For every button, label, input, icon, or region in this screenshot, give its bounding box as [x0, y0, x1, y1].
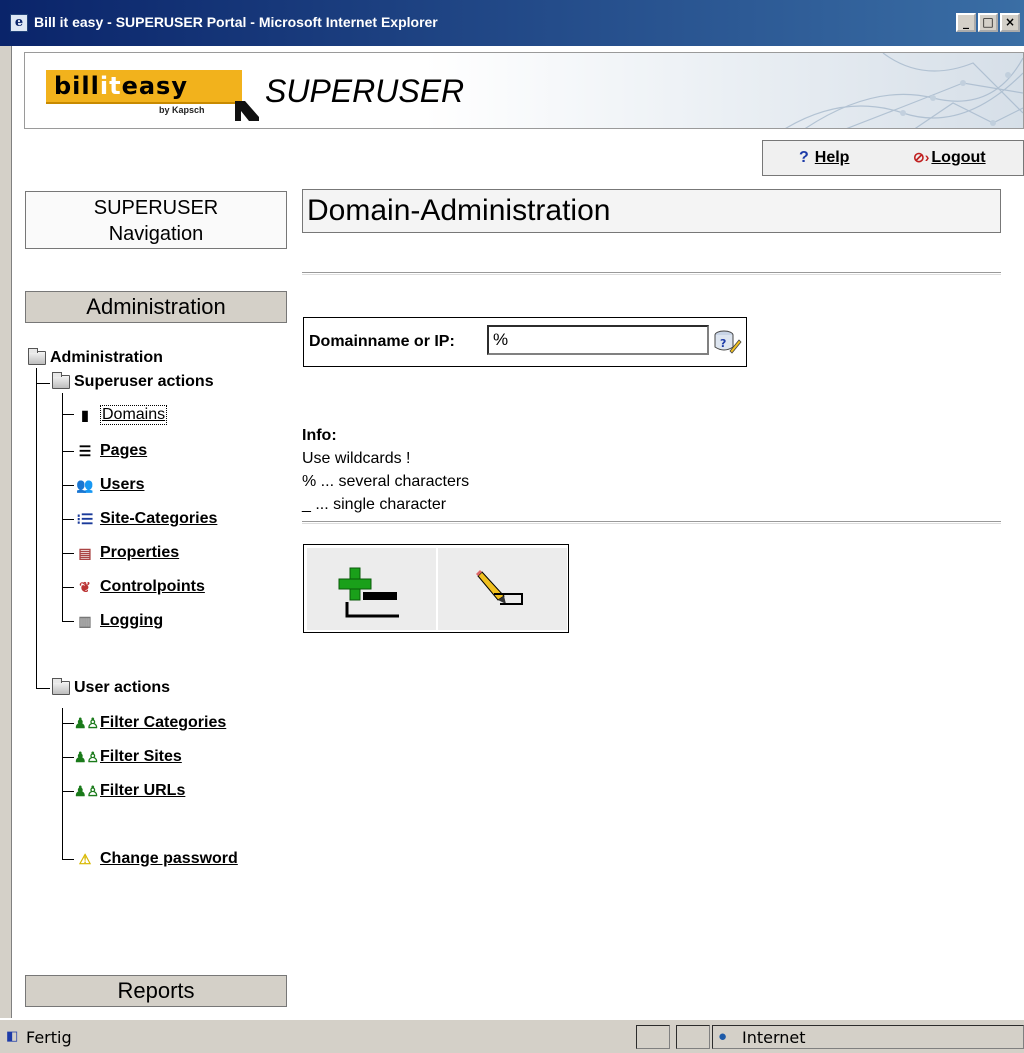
search-submit-icon[interactable]: ? [712, 327, 742, 355]
window-frame-left [0, 46, 12, 1018]
status-text: Fertig [26, 1028, 72, 1047]
status-panel [636, 1025, 670, 1049]
search-form: Domainname or IP: ? [303, 317, 747, 367]
tree-root-administration[interactable]: Administration [28, 348, 163, 367]
logout-link[interactable]: ⊘› Logout [913, 149, 986, 167]
add-remove-button[interactable] [307, 548, 436, 630]
search-label: Domainname or IP: [309, 333, 455, 350]
nav-item-change-password[interactable]: ⚠ Change password [74, 850, 238, 868]
tree-connector [62, 791, 74, 792]
help-icon: ? [799, 149, 809, 166]
ie-logo-icon: e [10, 14, 28, 32]
tree-connector [62, 451, 74, 452]
logging-icon: ▥ [78, 613, 92, 629]
tree-group-user-actions[interactable]: User actions [52, 678, 170, 697]
tree-connector [62, 587, 74, 588]
domain-search-input[interactable] [487, 325, 709, 355]
logout-icon: ⊘› [913, 149, 930, 165]
divider [302, 272, 1001, 275]
maximize-icon[interactable]: □ [978, 13, 998, 32]
status-bar: ◧ Fertig ● Internet [0, 1018, 1024, 1053]
globe-icon: ● [718, 1028, 728, 1045]
nav-item-pages[interactable]: ☰ Pages [74, 442, 147, 460]
action-toolbar [303, 544, 569, 633]
nav-item-controlpoints[interactable]: ❦ Controlpoints [74, 578, 205, 596]
section-reports[interactable]: Reports [25, 975, 287, 1007]
tree-connector [36, 368, 37, 688]
help-link[interactable]: ? Help [799, 149, 849, 167]
tree-connector [62, 553, 74, 554]
banner-title: SUPERUSER [265, 73, 465, 109]
tree-connector [62, 485, 74, 486]
minimize-icon[interactable]: _ [956, 13, 976, 32]
list-icon: ⁝☰ [76, 511, 94, 527]
tree-connector [62, 723, 74, 724]
header-banner: billiteasy by Kapsch SUPERUSER [24, 52, 1024, 129]
tree-connector [36, 383, 50, 384]
page-icon: ☰ [78, 443, 92, 459]
edit-pencil-icon [476, 570, 523, 605]
nav-item-filter-categories[interactable]: ♟♙ Filter Categories [74, 714, 226, 732]
folder-open-icon [52, 678, 70, 695]
add-remove-icon [338, 567, 399, 618]
filter-users-icon: ♟♙ [74, 749, 100, 765]
info-title: Info: [302, 427, 337, 444]
properties-icon: ▤ [78, 545, 92, 561]
window-titlebar: e Bill it easy - SUPERUSER Portal - Micr… [0, 0, 1024, 46]
nav-item-filter-urls[interactable]: ♟♙ Filter URLs [74, 782, 185, 800]
tree-connector [62, 519, 74, 520]
filter-users-icon: ♟♙ [74, 715, 100, 731]
logo-subtitle: by Kapsch [159, 105, 205, 115]
controlpoint-icon: ❦ [79, 579, 91, 595]
svg-text:?: ? [720, 337, 726, 350]
warning-icon: ⚠ [78, 851, 92, 867]
nav-item-users[interactable]: 👥 Users [74, 476, 144, 494]
tree-connector [62, 859, 74, 860]
navigation-header: SUPERUSER Navigation [25, 191, 287, 249]
tree-connector [36, 688, 50, 689]
section-administration[interactable]: Administration [25, 291, 287, 323]
filter-users-icon: ♟♙ [74, 783, 100, 799]
info-line: Use wildcards ! [302, 450, 411, 467]
users-icon: 👥 [76, 477, 94, 493]
nav-item-logging[interactable]: ▥ Logging [74, 612, 163, 630]
folder-open-icon [28, 348, 46, 365]
nav-header-line2: Navigation [108, 223, 204, 245]
tree-connector [62, 757, 74, 758]
page-title: Domain-Administration [302, 189, 1001, 233]
nav-item-domains[interactable]: ▮ Domains [74, 405, 168, 425]
kapsch-logo-icon [235, 101, 259, 121]
close-icon[interactable]: × [1000, 13, 1020, 32]
nav-header-line1: SUPERUSER [93, 197, 219, 219]
folder-open-icon [52, 372, 70, 389]
zone-text: Internet [742, 1028, 806, 1047]
window-title: Bill it easy - SUPERUSER Portal - Micros… [34, 14, 438, 30]
info-block: Info: Use wildcards ! % ... several char… [302, 424, 469, 516]
tree-connector [62, 708, 63, 859]
circuit-pattern-icon [785, 53, 1023, 128]
tree-connector [62, 621, 74, 622]
divider [302, 521, 1001, 524]
billiteasy-logo: billiteasy [46, 70, 242, 104]
nav-item-site-categories[interactable]: ⁝☰ Site-Categories [74, 510, 217, 528]
nav-item-filter-sites[interactable]: ♟♙ Filter Sites [74, 748, 182, 766]
tree-group-superuser-actions[interactable]: Superuser actions [52, 372, 214, 391]
info-line: _ ... single character [302, 496, 447, 513]
tree-connector [62, 414, 74, 415]
status-panel [676, 1025, 710, 1049]
page-status-icon: ◧ [6, 1028, 19, 1043]
info-line: % ... several characters [302, 473, 470, 490]
edit-button[interactable] [438, 548, 567, 630]
server-icon: ▮ [81, 407, 89, 423]
help-logout-bar: ? Help ⊘› Logout [762, 140, 1024, 176]
nav-item-properties[interactable]: ▤ Properties [74, 544, 179, 562]
